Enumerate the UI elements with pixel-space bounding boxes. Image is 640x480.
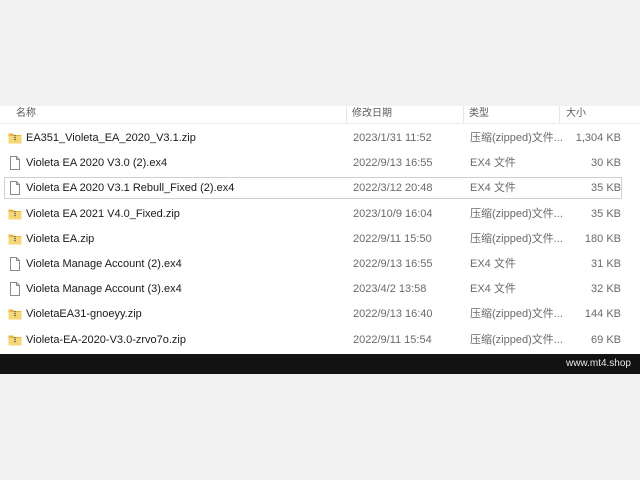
column-divider[interactable] — [346, 106, 347, 123]
file-type: 压缩(zipped)文件... — [470, 232, 562, 245]
file-date: 2022/9/13 16:55 — [353, 257, 433, 270]
column-header-size[interactable]: 大小 — [566, 107, 586, 122]
column-divider[interactable] — [463, 106, 464, 123]
file-name: Violeta EA 2021 V4.0_Fixed.zip — [26, 207, 180, 220]
file-type: 压缩(zipped)文件... — [470, 333, 562, 346]
column-divider[interactable] — [559, 106, 560, 123]
file-type: 压缩(zipped)文件... — [470, 132, 562, 144]
file-date: 2022/3/12 20:48 — [353, 182, 433, 195]
file-type: EX4 文件 — [470, 283, 516, 296]
file-size: 144 KB — [584, 308, 621, 321]
file-name: Violeta EA 2020 V3.0 (2).ex4 — [26, 157, 168, 170]
file-type: EX4 文件 — [470, 157, 516, 170]
file-name: VioletaEA31-gnoeyy.zip — [26, 308, 142, 321]
file-icon — [8, 282, 22, 297]
file-name: Violeta Manage Account (3).ex4 — [26, 283, 182, 296]
file-icon — [8, 256, 22, 271]
file-size: 30 KB — [591, 157, 621, 170]
zip-folder-icon — [8, 131, 22, 145]
zip-folder-icon — [8, 333, 22, 347]
file-date: 2022/9/11 15:50 — [353, 232, 432, 245]
zip-folder-icon — [8, 232, 22, 246]
zip-folder-icon — [8, 207, 22, 221]
file-name: Violeta Manage Account (2).ex4 — [26, 257, 182, 270]
file-size: 32 KB — [591, 283, 621, 296]
file-row[interactable]: Violeta Manage Account (3).ex4 2023/4/2 … — [0, 277, 640, 302]
file-date: 2022/9/13 16:40 — [353, 308, 433, 321]
file-date: 2023/4/2 13:58 — [353, 283, 427, 296]
zip-folder-icon — [8, 307, 22, 321]
file-icon — [8, 181, 22, 196]
file-date: 2022/9/11 15:54 — [353, 333, 432, 346]
file-size: 69 KB — [591, 333, 621, 346]
column-header-name[interactable]: 名称 — [16, 107, 36, 122]
column-header-type[interactable]: 类型 — [469, 107, 489, 122]
watermark-bar: www.mt4.shop — [0, 354, 640, 374]
watermark-text: www.mt4.shop — [565, 358, 631, 369]
file-name: Violeta EA 2020 V3.1 Rebull_Fixed (2).ex… — [26, 182, 235, 195]
file-row[interactable]: Violeta-EA-2020-V3.0-zrvo7o.zip 2022/9/1… — [0, 328, 640, 353]
file-date: 2022/9/13 16:55 — [353, 157, 433, 170]
file-size: 1,304 KB — [575, 132, 621, 144]
file-row[interactable]: Violeta Manage Account (2).ex4 2022/9/13… — [0, 252, 640, 277]
file-type: 压缩(zipped)文件... — [470, 207, 562, 220]
file-size: 35 KB — [591, 207, 621, 220]
file-size: 31 KB — [591, 257, 621, 270]
file-date: 2023/10/9 16:04 — [353, 207, 433, 220]
file-size: 35 KB — [591, 182, 621, 195]
file-type: 压缩(zipped)文件... — [470, 308, 562, 321]
file-row-selected[interactable]: Violeta EA 2020 V3.1 Rebull_Fixed (2).ex… — [0, 176, 640, 201]
file-row[interactable]: Violeta EA.zip 2022/9/11 15:50 压缩(zipped… — [0, 227, 640, 252]
file-type: EX4 文件 — [470, 257, 516, 270]
file-icon — [8, 156, 22, 171]
file-list: EA351_Violeta_EA_2020_V3.1.zip 2023/1/31… — [0, 126, 640, 353]
file-explorer-list: 名称 修改日期 类型 大小 EA351_Violeta_EA_2020_V3.1… — [0, 106, 640, 354]
column-header-row: 名称 修改日期 类型 大小 — [0, 106, 640, 124]
file-name: EA351_Violeta_EA_2020_V3.1.zip — [26, 132, 196, 144]
file-row[interactable]: EA351_Violeta_EA_2020_V3.1.zip 2023/1/31… — [0, 126, 640, 151]
column-header-date[interactable]: 修改日期 — [352, 107, 392, 122]
file-date: 2023/1/31 11:52 — [353, 132, 432, 144]
file-name: Violeta-EA-2020-V3.0-zrvo7o.zip — [26, 333, 186, 346]
file-size: 180 KB — [584, 232, 621, 245]
file-name: Violeta EA.zip — [26, 232, 95, 245]
file-type: EX4 文件 — [470, 182, 516, 195]
file-row[interactable]: Violeta EA 2020 V3.0 (2).ex4 2022/9/13 1… — [0, 151, 640, 176]
file-row[interactable]: Violeta EA 2021 V4.0_Fixed.zip 2023/10/9… — [0, 202, 640, 227]
file-row[interactable]: VioletaEA31-gnoeyy.zip 2022/9/13 16:40 压… — [0, 302, 640, 327]
